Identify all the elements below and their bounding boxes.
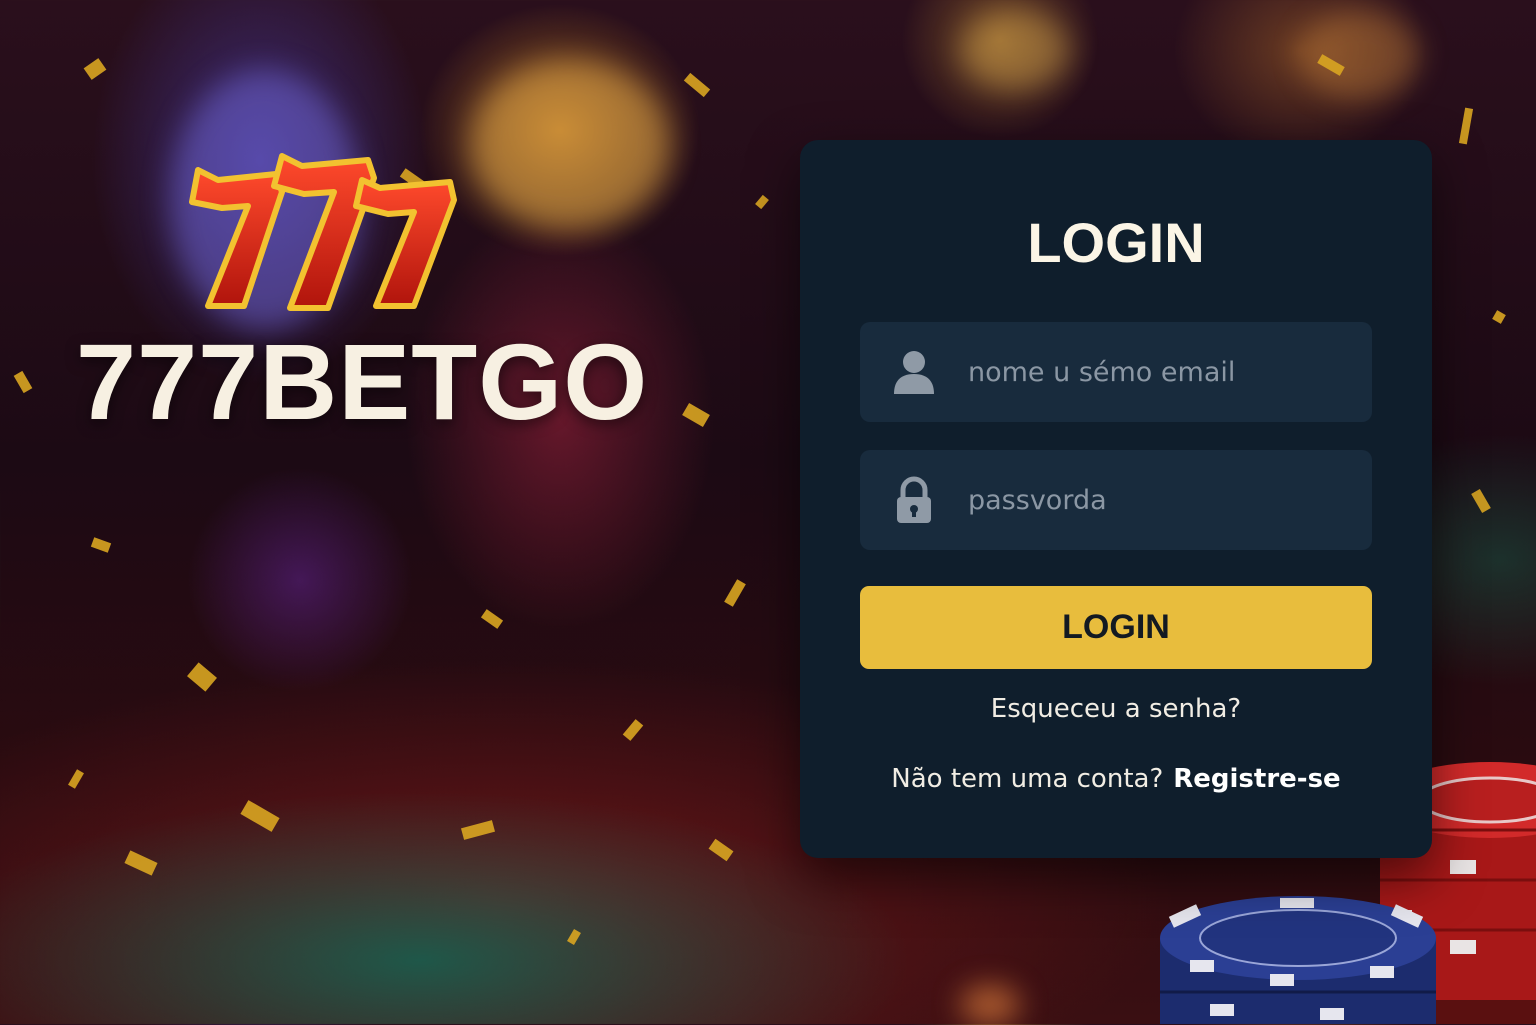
confetti-piece: [1471, 488, 1491, 514]
confetti-piece: [708, 838, 734, 862]
background-bokeh: [960, 985, 1020, 1025]
confetti-piece: [1458, 107, 1474, 145]
confetti-piece: [90, 537, 112, 553]
confetti-piece: [460, 820, 496, 840]
lucky-sevens-logo: [189, 153, 457, 311]
confetti-piece: [480, 609, 504, 629]
password-field[interactable]: [860, 450, 1372, 550]
confetti-piece: [124, 850, 158, 876]
login-title: LOGIN: [1027, 211, 1205, 274]
confetti-piece: [622, 719, 644, 741]
user-icon: [894, 351, 934, 394]
background-bokeh: [470, 60, 670, 230]
confetti-piece: [683, 72, 711, 98]
confetti-piece: [755, 194, 769, 210]
confetti-piece: [187, 662, 217, 692]
confetti-piece: [83, 58, 107, 80]
signup-row: Não tem uma conta? Registre-se: [800, 764, 1432, 794]
background-bokeh: [1300, 10, 1420, 100]
signup-link[interactable]: Registre-se: [1173, 764, 1340, 794]
confetti-piece: [724, 579, 746, 607]
confetti-piece: [682, 402, 710, 428]
confetti-piece: [1492, 310, 1506, 324]
confetti-piece: [240, 800, 280, 832]
confetti-piece: [567, 928, 581, 946]
username-input[interactable]: [968, 322, 1348, 422]
background-bokeh: [960, 10, 1070, 90]
lock-icon: [897, 476, 931, 523]
confetti-piece: [68, 769, 84, 789]
signup-prompt: Não tem uma conta?: [891, 764, 1164, 794]
login-button[interactable]: LOGIN: [860, 586, 1372, 669]
password-input[interactable]: [968, 450, 1348, 550]
brand-name: 777BETGO: [76, 321, 649, 442]
forgot-password-link[interactable]: Esqueceu a senha?: [800, 694, 1432, 724]
username-field[interactable]: [860, 322, 1372, 422]
confetti-piece: [13, 370, 33, 394]
